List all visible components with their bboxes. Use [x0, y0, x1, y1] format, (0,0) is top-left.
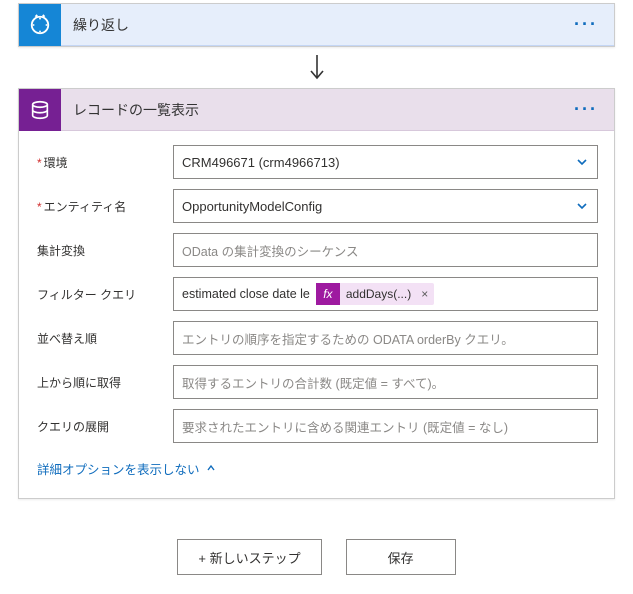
token-remove-button[interactable]: ×	[415, 287, 434, 301]
filter-label: フィルター クエリ	[35, 286, 173, 303]
entity-select[interactable]: OpportunityModelConfig	[173, 189, 598, 223]
new-step-button[interactable]: + 新しいステップ	[177, 539, 321, 575]
expand-input[interactable]: 要求されたエントリに含める関連エントリ (既定値 = なし)	[173, 409, 598, 443]
top-label: 上から順に取得	[35, 374, 173, 391]
footer-button-row: + 新しいステップ 保存	[0, 539, 633, 575]
flow-arrow-icon	[0, 53, 633, 84]
top-row: 上から順に取得 取得するエントリの合計数 (既定値 = すべて)。	[35, 365, 598, 399]
environment-select[interactable]: CRM496671 (crm4966713)	[173, 145, 598, 179]
filter-row: フィルター クエリ estimated close date le fx add…	[35, 277, 598, 311]
environment-label: *環境	[35, 154, 173, 171]
top-input[interactable]: 取得するエントリの合計数 (既定値 = すべて)。	[173, 365, 598, 399]
chevron-up-icon	[206, 462, 216, 476]
aggregate-input[interactable]: OData の集計変換のシーケンス	[173, 233, 598, 267]
list-records-menu-button[interactable]: ···	[566, 99, 606, 120]
list-records-header[interactable]: レコードの一覧表示 ···	[19, 89, 614, 131]
list-records-step-card: レコードの一覧表示 ··· *環境 CRM496671 (crm4966713)…	[18, 88, 615, 499]
aggregate-label: 集計変換	[35, 242, 173, 259]
orderby-label: 並べ替え順	[35, 330, 173, 347]
fx-icon: fx	[316, 283, 340, 305]
recurrence-title: 繰り返し	[73, 15, 566, 35]
entity-value: OpportunityModelConfig	[182, 199, 575, 214]
recurrence-header[interactable]: 繰り返し ···	[19, 4, 614, 46]
chevron-down-icon	[575, 155, 589, 169]
filter-input[interactable]: estimated close date le fx addDays(...) …	[173, 277, 598, 311]
top-placeholder: 取得するエントリの合計数 (既定値 = すべて)。	[182, 373, 589, 392]
advanced-link-label: 詳細オプションを表示しない	[37, 459, 200, 478]
environment-value: CRM496671 (crm4966713)	[182, 155, 575, 170]
orderby-row: 並べ替え順 エントリの順序を指定するための ODATA orderBy クエリ。	[35, 321, 598, 355]
entity-row: *エンティティ名 OpportunityModelConfig	[35, 189, 598, 223]
save-button[interactable]: 保存	[346, 539, 456, 575]
aggregate-placeholder: OData の集計変換のシーケンス	[182, 241, 589, 260]
expand-label: クエリの展開	[35, 418, 173, 435]
entity-label: *エンティティ名	[35, 198, 173, 215]
chevron-down-icon	[575, 199, 589, 213]
recurrence-menu-button[interactable]: ···	[566, 14, 606, 35]
database-icon	[19, 89, 61, 131]
expand-row: クエリの展開 要求されたエントリに含める関連エントリ (既定値 = なし)	[35, 409, 598, 443]
list-records-title: レコードの一覧表示	[73, 100, 566, 120]
clock-icon	[19, 4, 61, 46]
orderby-placeholder: エントリの順序を指定するための ODATA orderBy クエリ。	[182, 329, 589, 348]
recurrence-step-card: 繰り返し ···	[18, 3, 615, 47]
list-records-body: *環境 CRM496671 (crm4966713) *エンティティ名 Oppo…	[19, 131, 614, 498]
environment-row: *環境 CRM496671 (crm4966713)	[35, 145, 598, 179]
expand-placeholder: 要求されたエントリに含める関連エントリ (既定値 = なし)	[182, 417, 589, 436]
filter-prefix-text: estimated close date le	[182, 287, 310, 301]
expression-token[interactable]: fx addDays(...) ×	[316, 283, 434, 305]
orderby-input[interactable]: エントリの順序を指定するための ODATA orderBy クエリ。	[173, 321, 598, 355]
token-label: addDays(...)	[346, 287, 415, 301]
aggregate-row: 集計変換 OData の集計変換のシーケンス	[35, 233, 598, 267]
hide-advanced-options-link[interactable]: 詳細オプションを表示しない	[35, 453, 218, 488]
